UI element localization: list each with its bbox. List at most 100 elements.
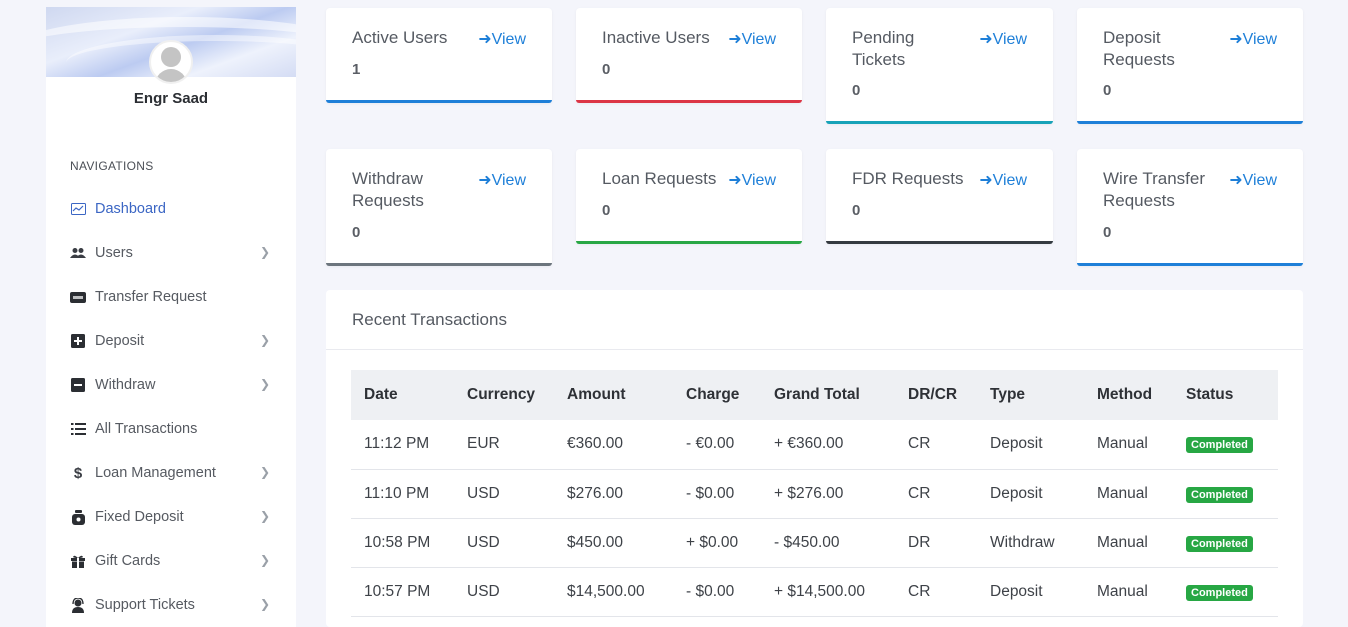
card-title: Inactive Users [602, 28, 710, 47]
view-link[interactable]: ➜View [979, 170, 1027, 190]
sidebar-item-dashboard[interactable]: Dashboard [70, 197, 270, 221]
card-accent-bar [1077, 263, 1303, 266]
column-header: Currency [454, 370, 554, 420]
dollar-icon: $ [73, 464, 83, 482]
panel-title: Recent Transactions [352, 310, 507, 329]
transfer-icon [70, 289, 86, 305]
divider [326, 349, 1303, 350]
card-accent-bar [326, 100, 552, 103]
sidebar-item-withdraw[interactable]: Withdraw ❯ [70, 373, 270, 397]
stat-card-active-users: Active Users ➜View 1 [326, 8, 552, 103]
status-badge: Completed [1186, 437, 1253, 454]
cell-drcr: CR [895, 567, 977, 617]
card-accent-bar [826, 121, 1053, 124]
cell-currency: USD [454, 469, 554, 519]
card-value: 0 [852, 202, 861, 219]
view-link[interactable]: ➜View [478, 29, 526, 49]
cell-amount: €360.00 [554, 420, 673, 470]
users-icon [70, 245, 86, 261]
cell-status: Completed [1173, 518, 1278, 568]
cell-currency: USD [454, 518, 554, 568]
sidebar-item-label: Users [95, 245, 133, 261]
column-header: DR/CR [895, 370, 977, 420]
sidebar-item-label: Support Tickets [95, 597, 195, 613]
status-badge: Completed [1186, 584, 1253, 601]
piggy-bank-icon [70, 509, 86, 525]
cell-amount: $450.00 [554, 518, 673, 568]
card-accent-bar [576, 241, 802, 244]
cell-currency: USD [454, 567, 554, 617]
cell-drcr: DR [895, 518, 977, 568]
view-link[interactable]: ➜View [728, 29, 776, 49]
view-link[interactable]: ➜View [979, 29, 1027, 49]
stat-card-deposit-requests: Deposit Requests ➜View 0 [1077, 8, 1303, 124]
minus-square-icon [70, 377, 86, 393]
card-title: Withdraw Requests [352, 169, 424, 210]
table-row: 10:58 PM USD $450.00 + $0.00 - $450.00 D… [351, 518, 1278, 568]
stat-card-loan-requests: Loan Requests ➜View 0 [576, 149, 802, 244]
card-value: 0 [602, 61, 611, 78]
column-header: Type [977, 370, 1084, 420]
view-link[interactable]: ➜View [1229, 29, 1277, 49]
sidebar-item-loan-management[interactable]: $ Loan Management ❯ [70, 461, 270, 485]
card-accent-bar [826, 241, 1053, 244]
sidebar-item-label: Deposit [95, 333, 145, 349]
chevron-right-icon: ❯ [259, 509, 270, 523]
card-title: FDR Requests [852, 169, 964, 188]
stat-card-pending-tickets: Pending Tickets ➜View 0 [826, 8, 1053, 124]
card-value: 0 [1103, 224, 1112, 241]
gift-icon [70, 553, 86, 569]
sidebar-item-label: Withdraw [95, 377, 156, 393]
cell-drcr: CR [895, 469, 977, 519]
cell-status: Completed [1173, 420, 1278, 470]
card-value: 0 [602, 202, 611, 219]
table-row: 10:57 PM USD $14,500.00 - $0.00 + $14,50… [351, 567, 1278, 617]
column-header: Status [1173, 370, 1278, 420]
cell-currency: EUR [454, 420, 554, 470]
stat-card-fdr-requests: FDR Requests ➜View 0 [826, 149, 1053, 244]
cell-status: Completed [1173, 469, 1278, 519]
plus-square-icon [70, 333, 86, 349]
cell-amount: $14,500.00 [554, 567, 673, 617]
transactions-table: Date Currency Amount Charge Grand Total … [351, 370, 1278, 617]
card-title: Pending Tickets [852, 28, 915, 69]
cell-grand-total: + $276.00 [761, 469, 895, 519]
stat-card-wire-transfer-requests: Wire Transfer Requests ➜View 0 [1077, 149, 1303, 266]
view-link[interactable]: ➜View [1229, 170, 1277, 190]
sidebar-item-label: Transfer Request [95, 289, 207, 305]
stat-card-withdraw-requests: Withdraw Requests ➜View 0 [326, 149, 552, 266]
avatar[interactable] [149, 40, 193, 84]
sidebar-item-all-transactions[interactable]: All Transactions [70, 417, 270, 441]
stat-card-inactive-users: Inactive Users ➜View 0 [576, 8, 802, 103]
chevron-right-icon: ❯ [259, 377, 270, 391]
cell-type: Withdraw [977, 518, 1084, 568]
table-row: 11:10 PM USD $276.00 - $0.00 + $276.00 C… [351, 469, 1278, 519]
sidebar: Engr Saad NAVIGATIONS Dashboard Users ❯ … [46, 7, 296, 627]
sidebar-item-deposit[interactable]: Deposit ❯ [70, 329, 270, 353]
card-title: Wire Transfer Requests [1103, 169, 1206, 210]
card-value: 0 [1103, 82, 1112, 99]
cell-charge: - $0.00 [673, 469, 761, 519]
cell-method: Manual [1084, 567, 1173, 617]
card-title: Deposit Requests [1103, 28, 1175, 69]
status-badge: Completed [1186, 486, 1253, 503]
chevron-right-icon: ❯ [259, 597, 270, 611]
sidebar-item-label: Gift Cards [95, 553, 161, 569]
sidebar-item-transfer-request[interactable]: Transfer Request [70, 285, 270, 309]
sidebar-item-support-tickets[interactable]: Support Tickets ❯ [70, 593, 270, 617]
view-link[interactable]: ➜View [728, 170, 776, 190]
sidebar-item-gift-cards[interactable]: Gift Cards ❯ [70, 549, 270, 573]
view-link[interactable]: ➜View [478, 170, 526, 190]
sidebar-item-fixed-deposit[interactable]: Fixed Deposit ❯ [70, 505, 270, 529]
sidebar-item-label: Dashboard [95, 201, 166, 217]
card-title: Loan Requests [602, 169, 717, 188]
card-accent-bar [326, 263, 552, 266]
sidebar-item-users[interactable]: Users ❯ [70, 241, 270, 265]
dashboard-icon [70, 201, 86, 217]
table-row: 11:12 PM EUR €360.00 - €0.00 + €360.00 C… [351, 420, 1278, 470]
sidebar-item-label: Fixed Deposit [95, 509, 184, 525]
cell-grand-total: - $450.00 [761, 518, 895, 568]
nav-heading: NAVIGATIONS [70, 159, 154, 173]
cell-date: 10:58 PM [351, 518, 454, 568]
cell-charge: + $0.00 [673, 518, 761, 568]
